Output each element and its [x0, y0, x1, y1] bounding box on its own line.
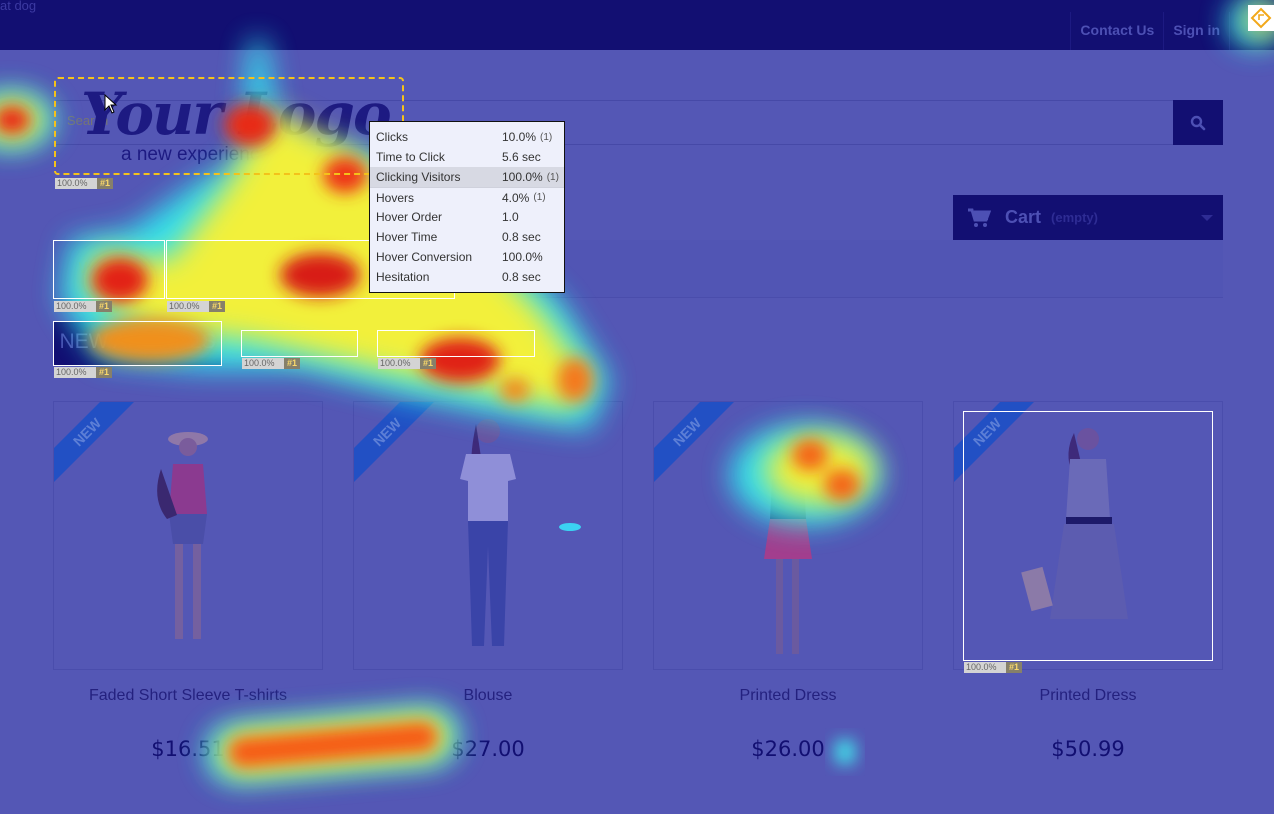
product-image[interactable]: NEW	[653, 401, 923, 670]
element-stats-badge: 100.0% #1	[54, 367, 113, 378]
model-figure-icon	[1021, 428, 1128, 619]
element-stats-badge: 100.0% #1	[167, 301, 226, 312]
product-price: $27.00	[451, 737, 525, 761]
search-button[interactable]	[1173, 100, 1223, 145]
product-image[interactable]: NEW	[353, 401, 623, 670]
product-name[interactable]: Blouse	[353, 687, 623, 705]
element-stats-badge: 100.0% #1	[378, 358, 437, 369]
header-nav: Contact Us Sign in	[1070, 12, 1230, 50]
product-name[interactable]: Faded Short Sleeve T-shirts	[53, 687, 323, 705]
heatmap-widget-icon	[1250, 7, 1272, 29]
element-stats-tooltip: Clicks 10.0% (1) Time to Click 5.6 sec Clic…	[369, 121, 565, 293]
sign-in-link[interactable]: Sign in	[1163, 12, 1230, 50]
top-header-bar: at dog Contact Us Sign in	[0, 0, 1274, 50]
product-card[interactable]: NEW Printed Dress $26.00	[653, 401, 923, 761]
menu-item-women[interactable]: WOMEN	[55, 240, 165, 299]
cart-state: (empty)	[1051, 210, 1098, 225]
product-name[interactable]: Printed Dress	[953, 687, 1223, 705]
tab-new-arrivals[interactable]: NEW ARRIVALS	[54, 321, 221, 365]
tooltip-row-clicking-visitors: Clicking Visitors 100.0% (1)	[370, 167, 564, 187]
product-card[interactable]: NEW Printed Dress $50.99	[953, 401, 1223, 761]
tooltip-row-time-to-click: Time to Click 5.6 sec	[376, 150, 541, 164]
cart-label: Cart	[1005, 207, 1042, 227]
element-stats-badge: 100.0% #1	[54, 301, 113, 312]
heatmap-widget-button[interactable]	[1248, 5, 1274, 31]
element-stats-badge: 100.0% #1	[964, 662, 1023, 673]
cart-icon	[968, 208, 991, 227]
cart-button[interactable]: Cart (empty)	[953, 195, 1223, 240]
element-stats-badge: 100.0% #1	[55, 178, 114, 189]
tooltip-row-hovers: Hovers 4.0% (1)	[370, 187, 564, 207]
tooltip-row-clicks: Clicks 10.0% (1)	[376, 130, 553, 144]
tooltip-row-hover-order: Hover Order 1.0	[376, 210, 519, 224]
search-icon	[1190, 115, 1206, 130]
logo-selection-box	[54, 77, 404, 175]
mouse-cursor-icon	[104, 94, 118, 114]
ghost-text: at dog	[0, 0, 37, 13]
product-price: $50.99	[1051, 737, 1125, 761]
product-image[interactable]: NEW	[953, 401, 1223, 670]
element-stats-badge: 100.0% #1	[242, 358, 301, 369]
model-figure-icon	[460, 419, 516, 646]
product-image[interactable]: NEW	[53, 401, 323, 670]
chevron-down-icon	[1201, 215, 1213, 221]
product-price: $16.51	[151, 737, 225, 761]
product-price: $26.00	[751, 737, 825, 761]
tooltip-row-hover-time: Hover Time 0.8 sec	[376, 230, 541, 244]
tooltip-row-hover-conversion: Hover Conversion 100.0%	[376, 250, 543, 264]
product-card[interactable]: NEW Faded Short Sleeve T-shirts $16.51	[53, 401, 323, 761]
tooltip-row-hesitation: Hesitation 0.8 sec	[376, 270, 541, 284]
product-card[interactable]: NEW Blouse $27.00	[353, 401, 623, 761]
product-name[interactable]: Printed Dress	[653, 687, 923, 705]
model-figure-icon	[764, 438, 812, 654]
model-figure-icon	[157, 432, 208, 639]
contact-us-link[interactable]: Contact Us	[1070, 12, 1163, 50]
